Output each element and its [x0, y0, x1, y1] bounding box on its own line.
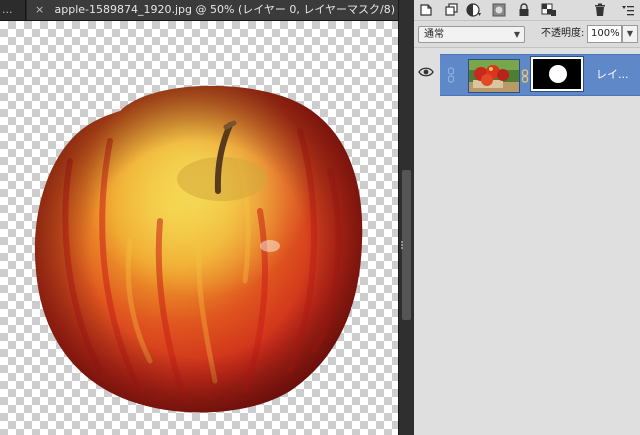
new-layer-icon[interactable] — [418, 2, 434, 18]
blend-mode-value: 通常 — [424, 29, 444, 40]
layer-name[interactable]: レイ... — [596, 67, 629, 83]
panel-menu-icon[interactable] — [620, 2, 636, 18]
canvas-vertical-scrollbar[interactable] — [398, 0, 415, 435]
layer-mask-thumbnail[interactable] — [530, 56, 584, 92]
layer-link-icon[interactable] — [447, 67, 455, 83]
opacity-input[interactable]: 100% — [587, 25, 622, 43]
layer-options-row: 通常 ▼ 不透明度: 100% ▼ — [414, 21, 640, 48]
panel-resize-grip[interactable] — [400, 240, 406, 250]
blend-mode-select[interactable]: 通常 ▼ — [418, 26, 525, 43]
tab-other-document-label: ... — [2, 3, 13, 16]
document-canvas[interactable] — [0, 21, 398, 435]
apple-image — [34, 85, 363, 413]
tab-title: apple-1589874_1920.jpg @ 50% (レイヤー 0, レイ… — [54, 3, 405, 16]
lock-transparency-icon[interactable] — [541, 2, 557, 18]
document-tab-bar: ... × apple-1589874_1920.jpg @ 50% (レイヤー… — [0, 0, 404, 21]
trash-icon[interactable] — [592, 2, 608, 18]
layer-row[interactable]: レイ... — [440, 54, 640, 96]
opacity-label: 不透明度: — [541, 28, 585, 39]
adjustment-layer-icon[interactable] — [466, 2, 482, 18]
opacity-dropdown-button[interactable]: ▼ — [622, 25, 638, 43]
visibility-eye-icon[interactable] — [418, 63, 434, 77]
duplicate-layer-icon[interactable] — [444, 2, 460, 18]
layers-list: レイ... — [414, 48, 640, 435]
tab-apple-document[interactable]: × apple-1589874_1920.jpg @ 50% (レイヤー 0, … — [27, 0, 404, 20]
mask-shape — [549, 65, 567, 83]
lock-icon[interactable] — [516, 2, 532, 18]
tab-close-icon[interactable]: × — [35, 0, 47, 20]
layer-thumbnail[interactable] — [468, 59, 520, 93]
mask-link-chain-icon[interactable] — [521, 68, 529, 83]
layers-panel: 通常 ▼ 不透明度: 100% ▼ レイ... — [414, 0, 640, 435]
layers-toolbar — [414, 0, 640, 21]
chevron-down-icon: ▼ — [513, 30, 520, 39]
tab-other-document[interactable]: ... — [0, 0, 26, 20]
layer-mask-icon[interactable] — [491, 2, 507, 18]
